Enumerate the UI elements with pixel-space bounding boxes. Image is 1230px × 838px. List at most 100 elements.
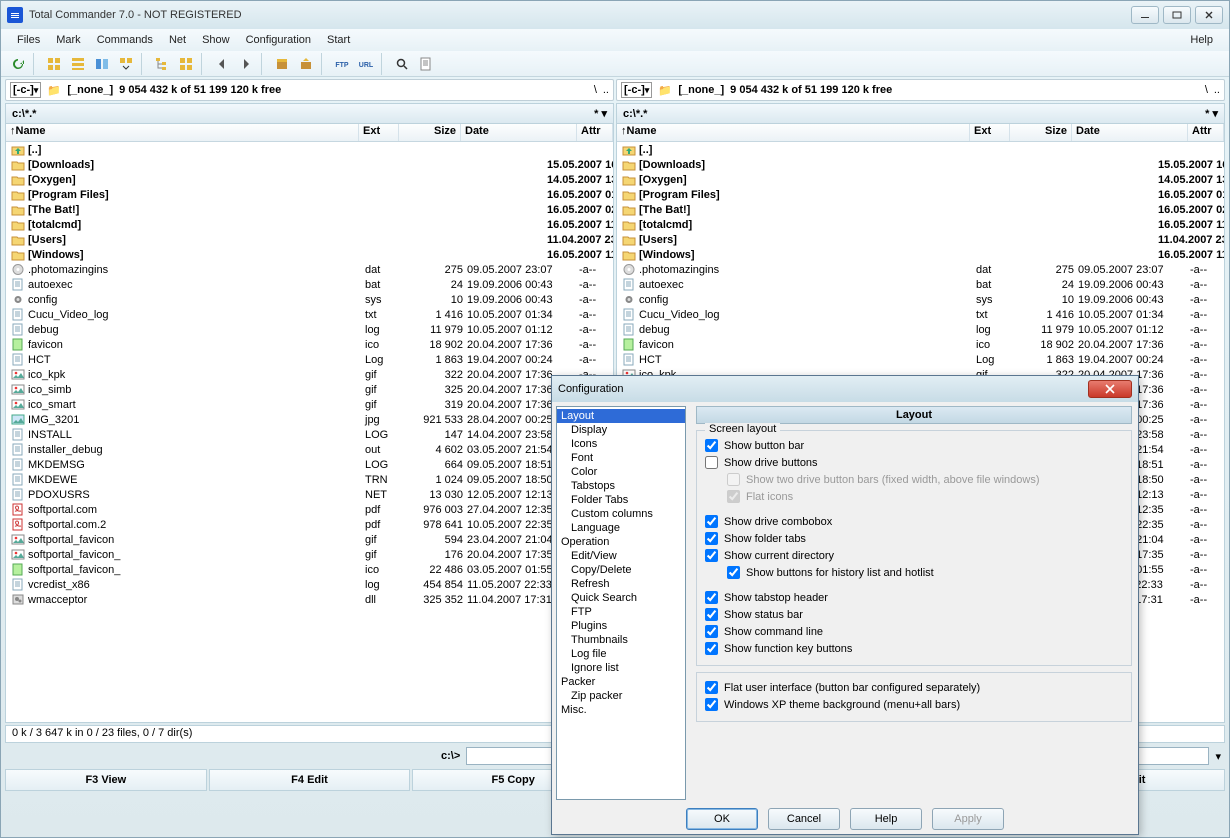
config-checkbox[interactable]: Show command line <box>705 623 1123 640</box>
drive-root-icon[interactable]: 📁 <box>47 84 61 97</box>
file-row[interactable]: [..] <box>617 142 1224 157</box>
menu-mark[interactable]: Mark <box>48 32 88 48</box>
help-button[interactable]: Help <box>850 808 922 830</box>
file-row[interactable]: MKDEMSGLOG66409.05.2007 18:51-a-- <box>6 457 613 472</box>
config-tree-item[interactable]: Layout <box>557 409 685 423</box>
close-button[interactable] <box>1195 6 1223 24</box>
toolbar-forward-icon[interactable] <box>235 53 257 75</box>
file-row[interactable]: debuglog11 97910.05.2007 01:12-a-- <box>6 322 613 337</box>
config-tree-item[interactable]: Plugins <box>557 619 685 633</box>
file-row[interactable]: [Users]11.04.2007 23:22r--- <box>617 232 1224 247</box>
file-row[interactable]: [Oxygen]14.05.2007 13:46---- <box>617 172 1224 187</box>
file-row[interactable]: autoexecbat2419.09.2006 00:43-a-- <box>617 277 1224 292</box>
toolbar-pack-icon[interactable] <box>271 53 293 75</box>
fnkey[interactable]: F4 Edit <box>209 769 411 791</box>
file-row[interactable]: [totalcmd]16.05.2007 11:15---- <box>617 217 1224 232</box>
config-tree-item[interactable]: FTP <box>557 605 685 619</box>
file-row[interactable]: softportal_favicon_ico22 48603.05.2007 0… <box>6 562 613 577</box>
file-row[interactable]: .photomazinginsdat27509.05.2007 23:07-a-… <box>617 262 1224 277</box>
menu-configuration[interactable]: Configuration <box>238 32 319 48</box>
file-row[interactable]: configsys1019.09.2006 00:43-a-- <box>6 292 613 307</box>
file-list[interactable]: [..][Downloads]15.05.2007 16:05----[Oxyg… <box>6 142 613 722</box>
file-row[interactable]: wmacceptordll325 35211.04.2007 17:31-a-- <box>6 592 613 607</box>
config-tree-item[interactable]: Display <box>557 423 685 437</box>
config-checkbox[interactable]: Show buttons for history list and hotlis… <box>705 564 1123 581</box>
config-tree-item[interactable]: Copy/Delete <box>557 563 685 577</box>
menu-show[interactable]: Show <box>194 32 238 48</box>
toolbar-refresh-icon[interactable] <box>7 53 29 75</box>
file-row[interactable]: [Downloads]15.05.2007 16:05---- <box>617 157 1224 172</box>
column-header[interactable]: ↑Name Ext Size Date Attr <box>6 124 613 142</box>
config-checkbox[interactable]: Windows XP theme background (menu+all ba… <box>705 696 1123 713</box>
toolbar-view-icon[interactable] <box>175 53 197 75</box>
file-row[interactable]: [The Bat!]16.05.2007 02:05---- <box>6 202 613 217</box>
file-row[interactable]: MKDEWETRN1 02409.05.2007 18:50-a-- <box>6 472 613 487</box>
file-row[interactable]: ico_kpkgif32220.04.2007 17:36-a-- <box>6 367 613 382</box>
file-row[interactable]: faviconico18 90220.04.2007 17:36-a-- <box>6 337 613 352</box>
drive-root[interactable]: \ <box>594 84 597 96</box>
drive-up[interactable]: .. <box>603 84 609 96</box>
file-row[interactable]: Cucu_Video_logtxt1 41610.05.2007 01:34-a… <box>617 307 1224 322</box>
file-row[interactable]: [totalcmd]16.05.2007 11:15---- <box>6 217 613 232</box>
config-tree-item[interactable]: Operation <box>557 535 685 549</box>
menu-help[interactable]: Help <box>1182 32 1221 48</box>
config-tree-item[interactable]: Quick Search <box>557 591 685 605</box>
toolbar-swap-icon[interactable] <box>91 53 113 75</box>
file-row[interactable]: [..] <box>6 142 613 157</box>
file-row[interactable]: PDOXUSRSNET13 03012.05.2007 12:13-a-- <box>6 487 613 502</box>
config-tree[interactable]: LayoutDisplayIconsFontColorTabstopsFolde… <box>556 406 686 800</box>
config-tree-item[interactable]: Language <box>557 521 685 535</box>
config-tree-item[interactable]: Color <box>557 465 685 479</box>
config-tree-item[interactable]: Ignore list <box>557 661 685 675</box>
drive-select[interactable]: [-c-] <box>621 82 652 98</box>
column-header[interactable]: ↑Name Ext Size Date Attr <box>617 124 1224 142</box>
menu-net[interactable]: Net <box>161 32 194 48</box>
config-checkbox[interactable]: Show current directory <box>705 547 1123 564</box>
menu-start[interactable]: Start <box>319 32 358 48</box>
file-row[interactable]: [Oxygen]14.05.2007 13:46---- <box>6 172 613 187</box>
file-row[interactable]: [Windows]16.05.2007 11:14---- <box>617 247 1224 262</box>
toolbar-grid-b-icon[interactable] <box>67 53 89 75</box>
file-row[interactable]: IMG_3201jpg921 53328.04.2007 00:25-a-- <box>6 412 613 427</box>
file-row[interactable]: ico_smartgif31920.04.2007 17:36-a-- <box>6 397 613 412</box>
config-checkbox[interactable]: Flat user interface (button bar configur… <box>705 679 1123 696</box>
toolbar-url-icon[interactable]: URL <box>355 53 377 75</box>
config-tree-item[interactable]: Icons <box>557 437 685 451</box>
file-row[interactable]: autoexecbat2419.09.2006 00:43-a-- <box>6 277 613 292</box>
file-row[interactable]: vcredist_x86log454 85411.05.2007 22:33-a… <box>6 577 613 592</box>
file-row[interactable]: configsys1019.09.2006 00:43-a-- <box>617 292 1224 307</box>
fnkey[interactable]: F3 View <box>5 769 207 791</box>
file-row[interactable]: INSTALLLOG14714.04.2007 23:58-a-- <box>6 427 613 442</box>
apply-button[interactable]: Apply <box>932 808 1004 830</box>
config-tree-item[interactable]: Refresh <box>557 577 685 591</box>
toolbar-back-icon[interactable] <box>211 53 233 75</box>
config-tree-item[interactable]: Misc. <box>557 703 685 717</box>
config-checkbox[interactable]: Show drive buttons <box>705 454 1123 471</box>
config-tree-item[interactable]: Log file <box>557 647 685 661</box>
file-row[interactable]: .photomazinginsdat27509.05.2007 23:07-a-… <box>6 262 613 277</box>
config-checkbox[interactable]: Show folder tabs <box>705 530 1123 547</box>
drive-up[interactable]: .. <box>1214 84 1220 96</box>
minimize-button[interactable] <box>1131 6 1159 24</box>
menu-files[interactable]: Files <box>9 32 48 48</box>
file-row[interactable]: [Windows]16.05.2007 11:14---- <box>6 247 613 262</box>
drive-root[interactable]: \ <box>1205 84 1208 96</box>
config-tree-item[interactable]: Folder Tabs <box>557 493 685 507</box>
config-checkbox[interactable]: Show status bar <box>705 606 1123 623</box>
toolbar-unpack-icon[interactable] <box>295 53 317 75</box>
drive-root-icon[interactable]: 📁 <box>658 84 672 97</box>
toolbar-ftp-icon[interactable]: FTP <box>331 53 353 75</box>
config-tree-item[interactable]: Custom columns <box>557 507 685 521</box>
menu-commands[interactable]: Commands <box>89 32 161 48</box>
file-row[interactable]: softportal.com.2pdf978 64110.05.2007 22:… <box>6 517 613 532</box>
toolbar-notepad-icon[interactable] <box>415 53 437 75</box>
dialog-close-button[interactable] <box>1088 380 1132 398</box>
config-tree-item[interactable]: Packer <box>557 675 685 689</box>
left-tab[interactable]: c:\*.** ▾ <box>5 103 614 123</box>
config-checkbox[interactable]: Show drive combobox <box>705 513 1123 530</box>
file-row[interactable]: [Program Files]16.05.2007 01:37r--- <box>617 187 1224 202</box>
file-row[interactable]: softportal.compdf976 00327.04.2007 12:35… <box>6 502 613 517</box>
file-row[interactable]: HCTLog1 86319.04.2007 00:24-a-- <box>6 352 613 367</box>
config-tree-item[interactable]: Font <box>557 451 685 465</box>
cancel-button[interactable]: Cancel <box>768 808 840 830</box>
